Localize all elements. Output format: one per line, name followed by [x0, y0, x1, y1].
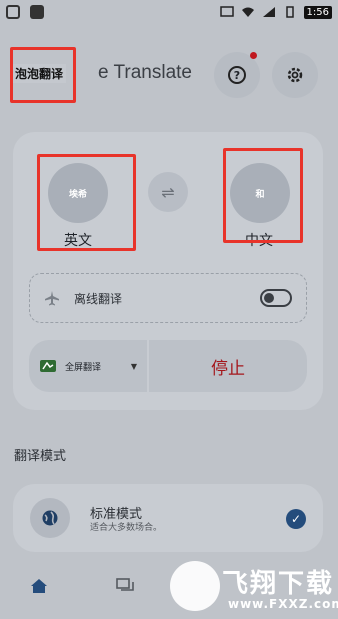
chat-icon[interactable] — [116, 578, 134, 594]
swap-languages-button[interactable]: ⇌ — [148, 172, 188, 212]
settings-button[interactable] — [272, 52, 318, 98]
wifi-icon — [241, 7, 254, 17]
stop-button[interactable]: 停止 — [149, 340, 307, 392]
battery-icon — [285, 6, 294, 18]
translation-mode-dropdown[interactable]: 全屏翻译 ▼ — [29, 340, 147, 392]
globe-icon — [30, 498, 70, 538]
page-title: e Translate — [98, 62, 192, 83]
watermark-logo — [170, 561, 220, 611]
mode-description: 适合大多数场合。 — [90, 523, 163, 533]
fullscreen-translate-icon — [40, 360, 56, 372]
airplane-icon — [45, 291, 59, 306]
notification-dot — [250, 52, 257, 59]
check-icon: ✓ — [286, 509, 306, 529]
section-title: 翻译模式 — [14, 449, 67, 464]
offline-toggle[interactable] — [260, 289, 292, 307]
swap-icon: ⇌ — [161, 182, 175, 202]
home-icon[interactable] — [30, 578, 48, 594]
offline-translation-label: 离线翻译 — [74, 291, 123, 306]
app-notification-icon — [30, 5, 44, 19]
annotation-box-target-language — [223, 148, 303, 243]
watermark-text: 飞翔下载 — [222, 569, 335, 599]
status-bar: 1:56 — [0, 0, 338, 24]
watermark-url: www.FXXZ.com — [228, 597, 338, 611]
gear-icon — [287, 67, 303, 83]
offline-translation-row[interactable]: 离线翻译 — [29, 273, 307, 323]
cast-icon — [219, 6, 234, 17]
help-icon: ? — [228, 66, 246, 84]
translation-mode-label: 全屏翻译 — [65, 362, 102, 373]
annotation-box-title — [10, 47, 76, 103]
signal-icon — [262, 7, 275, 17]
chevron-down-icon: ▼ — [130, 361, 137, 371]
notification-icon — [6, 5, 20, 19]
annotation-box-source-language — [37, 154, 136, 251]
status-indicators: 1:56 — [219, 5, 332, 19]
toggle-knob — [264, 293, 274, 303]
clock: 1:56 — [303, 5, 332, 19]
watermark: 飞翔下载 www.FXXZ.com — [170, 557, 338, 615]
